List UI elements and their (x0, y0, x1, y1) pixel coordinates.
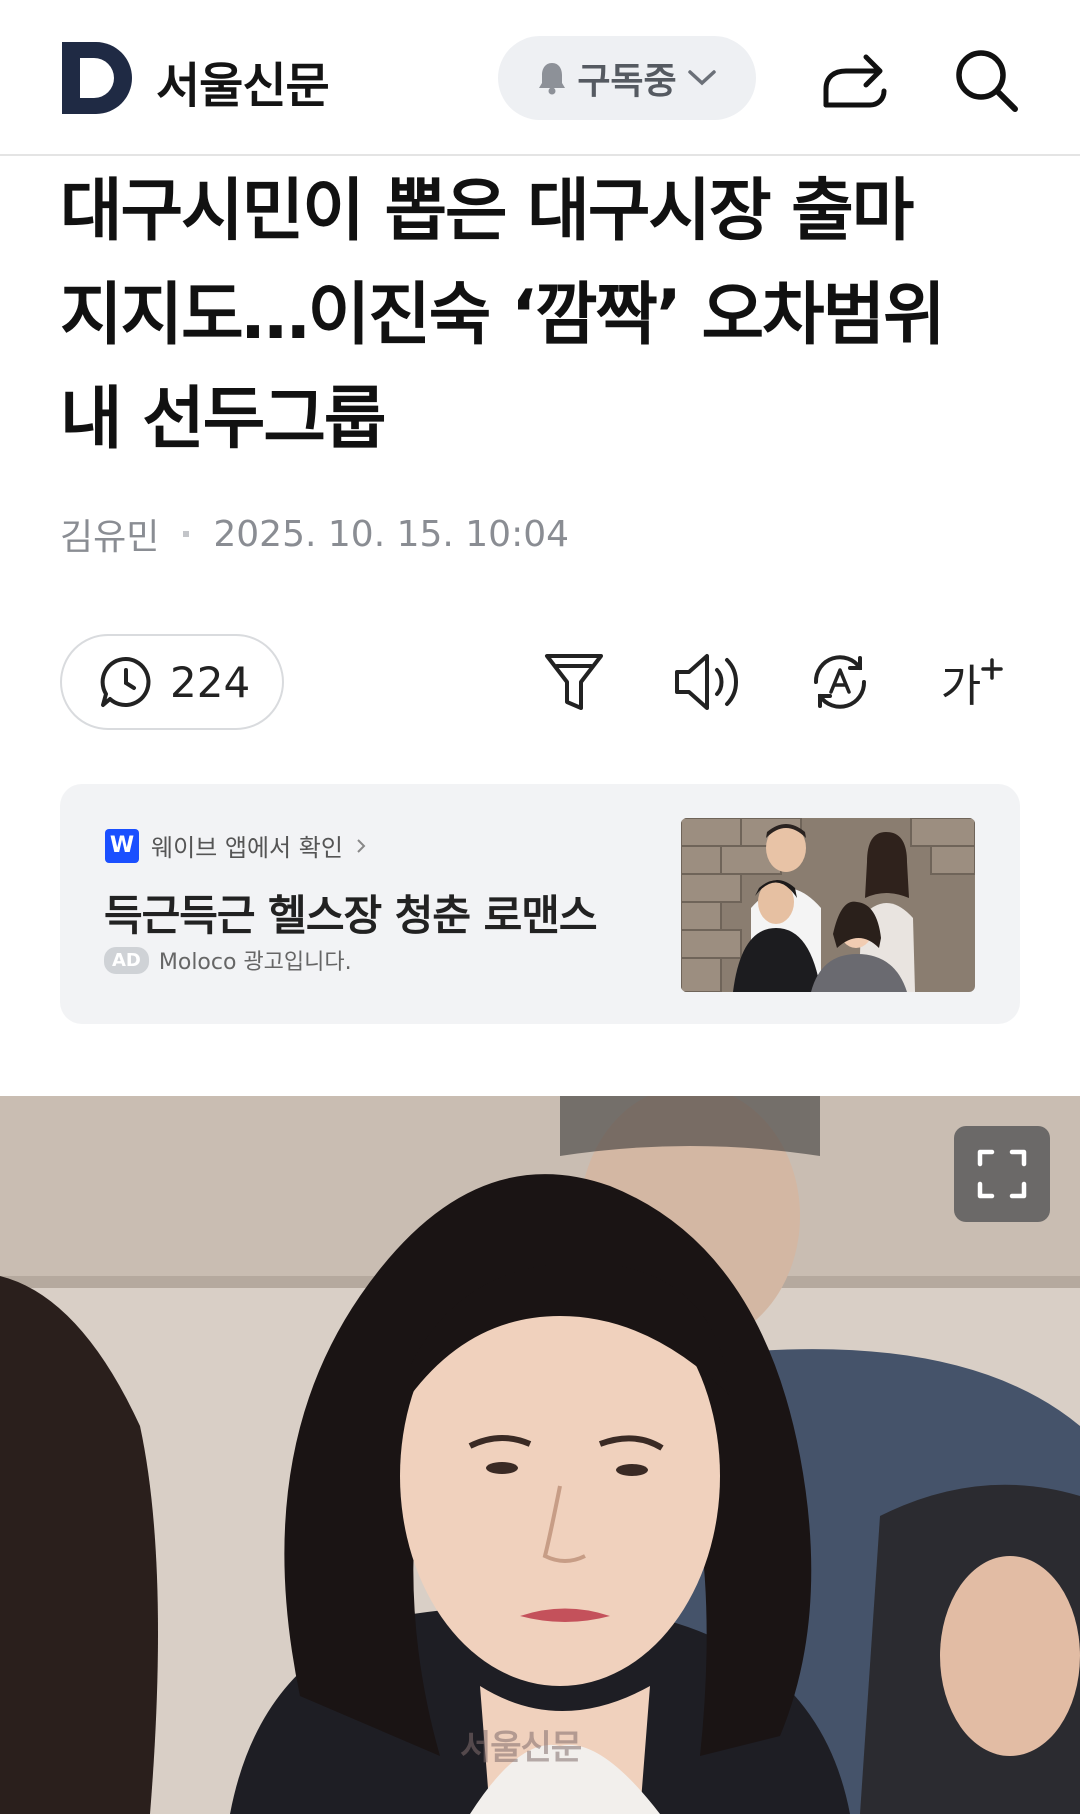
photo-watermark: 서울신문 (460, 1728, 582, 1768)
brand-name[interactable]: 서울신문 (156, 46, 330, 116)
ad-source-label: 웨이브 앱에서 확인 (151, 834, 343, 862)
search-icon (956, 50, 1018, 112)
summary-button[interactable] (532, 640, 616, 724)
ad-chip: AD (104, 946, 149, 974)
wavve-logo: W (105, 828, 139, 863)
top-header: 서울신문 구독중 (0, 0, 1080, 156)
article-page: 서울신문 구독중 대구시민이 뽑은 대구시장 출마 지지도…이진숙 ‘깜짝’ 오… (0, 0, 1080, 1814)
share-icon (823, 54, 887, 108)
plus-icon (981, 658, 1003, 680)
headline-line: 내 선두그룹 (60, 380, 386, 459)
search-button[interactable] (946, 40, 1026, 120)
publish-datetime: 2025. 10. 15. 10:04 (213, 513, 570, 555)
translate-icon (813, 655, 867, 709)
font-size-icon: 가 (940, 661, 982, 712)
logo-d-icon[interactable] (62, 42, 132, 114)
chevron-down-icon (687, 70, 716, 86)
bell-icon (539, 63, 566, 95)
headline-line: 지지도…이진숙 ‘깜짝’ 오차범위 (60, 276, 946, 355)
subscribe-button[interactable]: 구독중 (498, 36, 756, 120)
headline-line: 대구시민이 뽑은 대구시장 출마 (60, 172, 914, 251)
comment-count: 224 (170, 657, 251, 707)
meta-separator (183, 531, 190, 537)
ad-banner[interactable]: W 웨이브 앱에서 확인 득근득근 헬스장 청춘 로맨스 AD Moloco 광… (60, 784, 1020, 1024)
font-size-button[interactable]: 가 (930, 640, 1014, 724)
comment-icon (100, 656, 151, 707)
comments-button[interactable]: 224 (60, 634, 284, 730)
filter-icon (545, 654, 603, 710)
ad-source[interactable]: W 웨이브 앱에서 확인 (105, 828, 367, 863)
article-meta: 김유민 2025. 10. 15. 10:04 (60, 508, 569, 560)
author-name[interactable]: 김유민 (60, 508, 159, 560)
article-photo[interactable] (0, 1096, 1080, 1814)
listen-button[interactable] (666, 640, 750, 724)
article-headline: 대구시민이 뽑은 대구시장 출마 지지도…이진숙 ‘깜짝’ 오차범위 내 선두그… (60, 160, 1020, 472)
expand-photo-button[interactable] (954, 1126, 1050, 1222)
translate-button[interactable] (798, 640, 882, 724)
speaker-icon (675, 654, 738, 710)
expand-icon (977, 1149, 1027, 1199)
chevron-right-icon (357, 838, 366, 853)
ad-thumbnail[interactable] (681, 818, 975, 992)
ad-disclosure: AD Moloco 광고입니다. (104, 944, 352, 976)
subscribe-label: 구독중 (577, 61, 677, 102)
ad-sponsor: Moloco 광고입니다. (158, 950, 352, 975)
ad-title[interactable]: 득근득근 헬스장 청춘 로맨스 (104, 882, 598, 943)
share-button[interactable] (815, 40, 895, 120)
